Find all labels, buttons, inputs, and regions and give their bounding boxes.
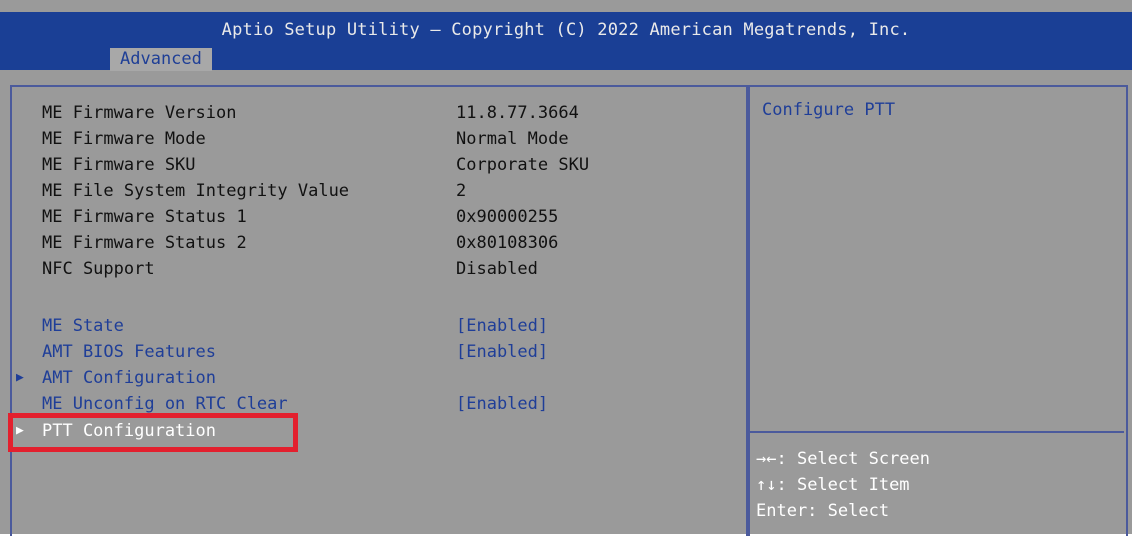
option-label: AMT BIOS Features [42,342,216,362]
title-text: Aptio Setup Utility – Copyright (C) 2022… [221,20,911,40]
info-value: Normal Mode [456,129,569,149]
option-value[interactable]: [Enabled] [456,392,548,416]
title-bar: Aptio Setup Utility – Copyright (C) 2022… [0,12,1132,71]
submenu-label: AMT Configuration [42,368,216,388]
info-label: ME Firmware Version [42,103,237,123]
info-label: ME Firmware Status 2 [42,233,247,253]
key-help-enter: Enter: Select [756,501,889,521]
help-description: Configure PTT [762,100,896,120]
info-label: ME Firmware SKU [42,155,196,175]
info-value: 0x80108306 [456,233,559,253]
option-value[interactable]: [Enabled] [456,340,548,364]
info-label: ME File System Integrity Value [42,181,350,201]
info-value: Corporate SKU [456,155,590,175]
help-divider [750,431,1124,433]
info-value: Disabled [456,259,538,279]
key-help-select-item: ↑↓: Select Item [756,475,910,495]
info-value: 0x90000255 [456,207,559,227]
key-help-select-screen: →←: Select Screen [756,449,930,469]
info-label: ME Firmware Mode [42,129,206,149]
up-down-arrows-icon: ↑↓ [756,475,777,495]
option-label: ME State [42,316,124,336]
left-right-arrows-icon: →← [756,449,777,469]
key-help-text: : Select Item [776,475,910,495]
key-help-text: : Select Screen [776,449,931,469]
tab-advanced[interactable]: Advanced [110,48,212,71]
main-panel: ME Firmware Version 11.8.77.3664 ME Firm… [10,85,748,536]
submenu-arrow-icon: ▶ [16,370,24,385]
info-value: 2 [456,181,467,201]
info-value: 11.8.77.3664 [456,103,579,123]
highlight-box [8,413,298,452]
option-value[interactable]: [Enabled] [456,314,548,338]
bios-screen: Aptio Setup Utility – Copyright (C) 2022… [0,0,1132,536]
key-help-text: Enter: Select [756,501,890,521]
info-label: ME Firmware Status 1 [42,207,247,227]
info-label: NFC Support [42,259,155,279]
